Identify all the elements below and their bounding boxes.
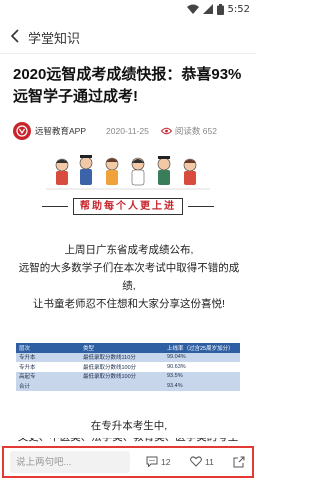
battery-icon <box>216 3 224 15</box>
table-cell: 99.04% <box>164 352 240 362</box>
article-paragraph: 上周日广东省成考成绩公布, 远智的大多数学子们在本次考试中取得不错的成 绩, 让… <box>13 241 245 313</box>
paragraph-line: 让书童老师忍不住想和大家分享这份喜悦! <box>33 298 225 310</box>
table-cell: 专升本 <box>16 362 80 372</box>
eye-icon <box>160 127 172 135</box>
article-paragraph: 在专升本考生中, <box>13 417 245 435</box>
article-title: 2020远智成考成绩快报：恭喜93%远智学子通过成考! <box>13 66 242 105</box>
comment-button[interactable]: 12 <box>146 456 170 467</box>
slogan-box: 帮助每个人更上进 <box>16 197 240 216</box>
table-row: 专升本 最低录取分数线110分 99.04% <box>16 352 240 362</box>
cartoon-students-illustration <box>46 155 210 190</box>
table-header: 上线率（过含25周岁加分） <box>164 343 240 353</box>
comment-input[interactable] <box>10 451 130 473</box>
table-header: 层次 <box>16 343 80 353</box>
back-button[interactable] <box>6 26 24 46</box>
slogan-divider-left <box>42 206 68 207</box>
slogan-divider-right <box>188 206 214 207</box>
publish-date: 2020-11-25 <box>106 126 149 136</box>
status-icons: 5:52 <box>186 3 250 15</box>
like-count: 11 <box>205 456 214 467</box>
article-banner: 帮助每个人更上进 <box>16 153 240 228</box>
signal-icon <box>202 4 213 14</box>
author-avatar[interactable] <box>13 122 31 140</box>
share-button[interactable] <box>233 456 245 468</box>
status-bar: 5:52 <box>0 0 256 18</box>
paragraph-line: 在专升本考生中, <box>90 420 168 432</box>
share-icon <box>233 456 245 468</box>
table-cell: 93.4% <box>164 381 240 391</box>
table-row: 高起专 最低录取分数线100分 93.5% <box>16 371 240 381</box>
table-row-total: 合计 93.4% <box>16 381 240 391</box>
view-count: 阅读数 652 <box>160 125 217 137</box>
like-button[interactable]: 11 <box>190 456 214 467</box>
comment-icon <box>146 456 158 467</box>
brand-logo-icon <box>16 125 28 137</box>
slogan-text: 帮助每个人更上进 <box>73 198 183 215</box>
chevron-left-icon <box>10 29 19 43</box>
paragraph-line: 远智的大多数学子们在本次考试中取得不错的成 <box>18 262 240 274</box>
paragraph-line: 上周日广东省成考成绩公布, <box>64 244 194 256</box>
table-cell: 专升本 <box>16 352 80 362</box>
nav-bar: 学堂知识 <box>0 18 256 54</box>
table-cell: 最低录取分数线110分 <box>80 352 164 362</box>
paragraph-line: 绩, <box>122 280 136 292</box>
table-cell: 最低录取分数线100分 <box>80 362 164 372</box>
bottom-action-bar: 12 11 <box>2 446 254 478</box>
table-row: 专升本 最低录取分数线100分 90.63% <box>16 362 240 372</box>
table-cell: 90.63% <box>164 362 240 372</box>
paragraph-line: 文史、中医类、法学类、教育类、医学类的考生 <box>0 438 256 446</box>
status-time: 5:52 <box>227 3 250 15</box>
table-cell: 93.5% <box>164 371 240 381</box>
article-meta: 远智教育APP 2020-11-25 阅读数 652 <box>13 121 249 141</box>
heart-icon <box>190 456 202 467</box>
table-cell: 最低录取分数线100分 <box>80 371 164 381</box>
table-cell: 高起专 <box>16 371 80 381</box>
article-paragraph-cut: 文史、中医类、法学类、教育类、医学类的考生 <box>0 438 256 446</box>
table-header-row: 层次 类型 上线率（过含25周岁加分） <box>16 343 240 353</box>
table-header: 类型 <box>80 343 164 353</box>
results-table: 层次 类型 上线率（过含25周岁加分） 专升本 最低录取分数线110分 99.0… <box>16 343 240 391</box>
table-cell: 合计 <box>16 381 80 391</box>
author-name[interactable]: 远智教育APP <box>35 125 86 137</box>
page-title: 学堂知识 <box>28 31 81 46</box>
view-count-text: 阅读数 652 <box>174 126 217 136</box>
wifi-icon <box>186 4 199 14</box>
table-cell <box>80 381 164 391</box>
comment-count: 12 <box>161 456 171 467</box>
